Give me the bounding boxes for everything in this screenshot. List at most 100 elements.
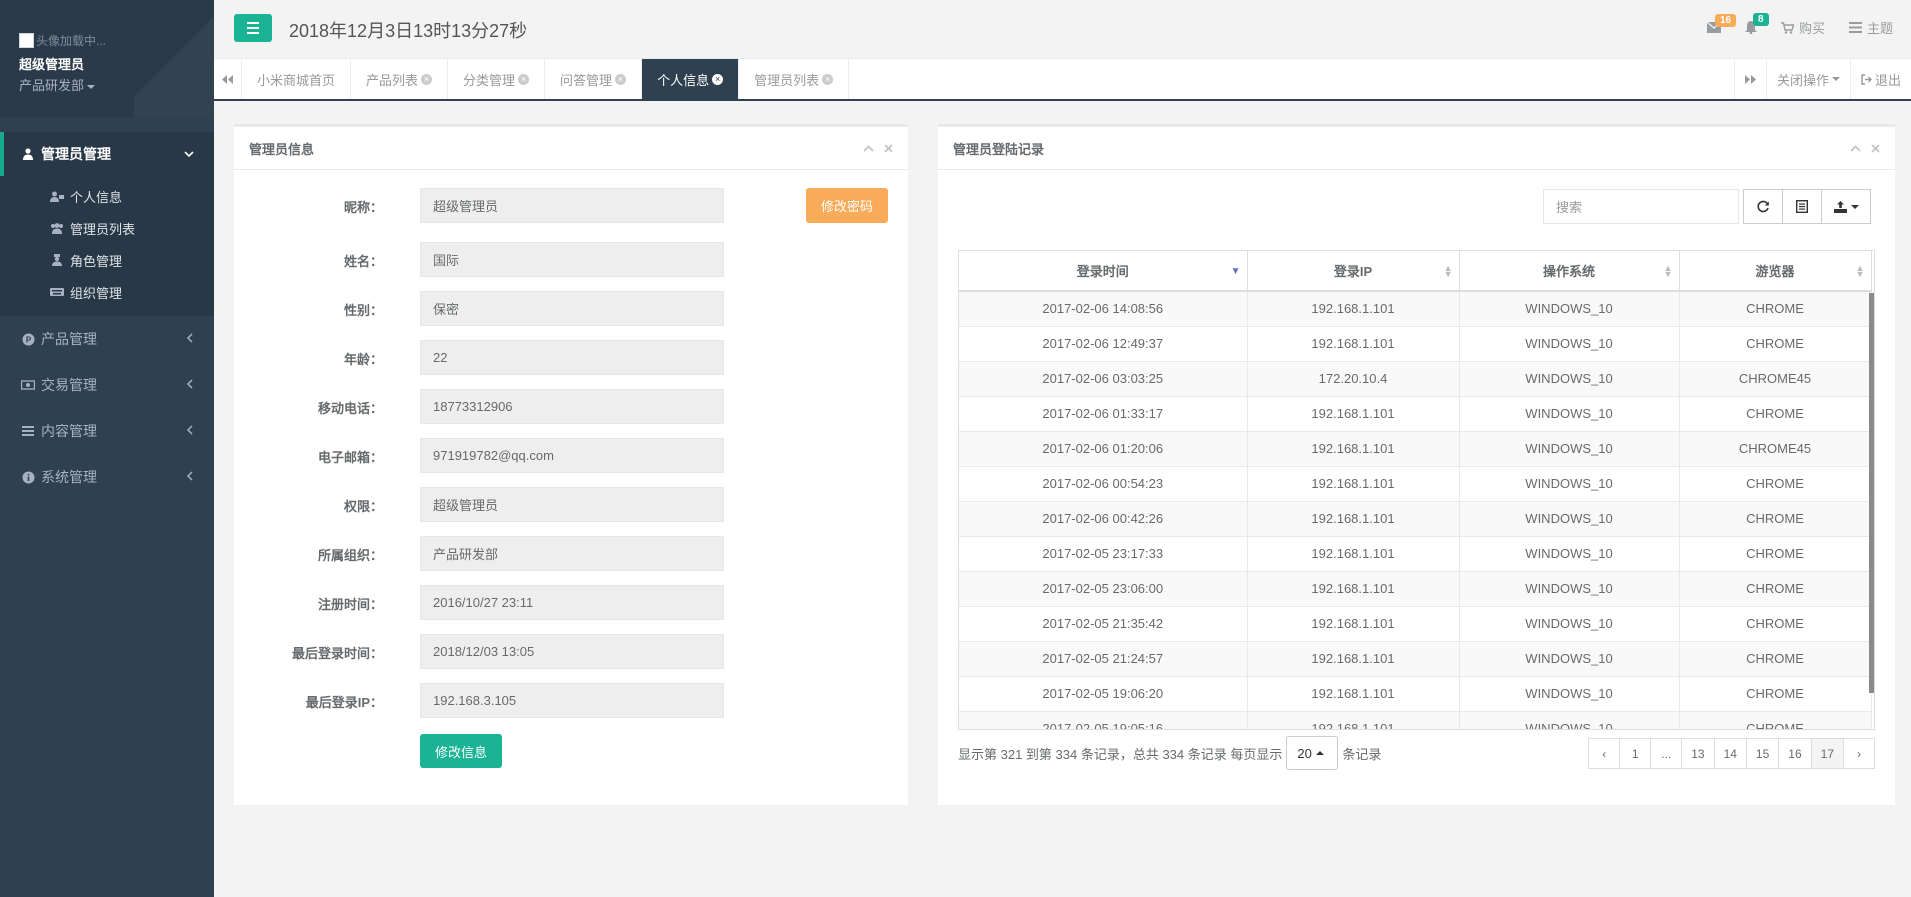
menu-toggle-button[interactable]	[234, 14, 272, 42]
close-icon[interactable]: ×	[421, 73, 433, 85]
sidebar-nav: 管理员管理 个人信息 管理员列表 角色管理 组织管理 P 产品管理 交易管理 内…	[0, 132, 214, 500]
collapse-icon[interactable]	[863, 141, 874, 156]
profile-department-dropdown[interactable]: 产品研发部	[19, 75, 214, 94]
tab-admin-list[interactable]: 管理员列表 ×	[739, 59, 850, 99]
column-header-login-ip[interactable]: 登录IP ▲ ▼	[1247, 251, 1460, 292]
page-next-button[interactable]: ›	[1843, 738, 1875, 769]
sidebar-item-system[interactable]: 系统管理	[0, 454, 214, 500]
table-row[interactable]: 2017-02-06 03:03:25 172.20.10.4 WINDOWS_10…	[959, 361, 1872, 397]
table-row[interactable]: 2017-02-06 00:42:26 192.168.1.101 WINDOWS_…	[959, 501, 1872, 537]
close-icon[interactable]: ×	[712, 73, 724, 85]
search-input[interactable]: 搜索	[1543, 189, 1739, 224]
field-label: 最后登录IP：	[305, 695, 383, 710]
caret-down-icon	[87, 84, 96, 89]
sidebar-item-admin[interactable]: 管理员管理	[0, 132, 214, 176]
close-operations-dropdown[interactable]: 关闭操作	[1765, 59, 1850, 99]
table-row[interactable]: 2017-02-05 19:05:16 192.168.1.101 WINDOWS_…	[959, 711, 1872, 729]
cell-browser: CHROME	[1679, 711, 1872, 729]
name-field[interactable]: 国际	[420, 242, 724, 277]
cell-browser: CHROME	[1679, 396, 1872, 432]
sidebar-subitem-roles[interactable]: 角色管理	[0, 244, 214, 276]
permission-field[interactable]: 超级管理员	[420, 487, 724, 522]
column-header-login-time[interactable]: 登录时间 ▼	[959, 251, 1248, 292]
table-row[interactable]: 2017-02-06 01:20:06 192.168.1.101 WINDOWS_…	[959, 431, 1872, 467]
messages-badge: 16	[1714, 14, 1737, 27]
close-icon[interactable]	[1871, 141, 1880, 156]
table-row[interactable]: 2017-02-05 23:17:33 192.168.1.101 WINDOWS_…	[959, 536, 1872, 572]
organization-field[interactable]: 产品研发部	[420, 536, 724, 571]
avatar[interactable]: 头像加载中...	[19, 30, 214, 50]
last-login-ip-field[interactable]: 192.168.3.105	[420, 683, 724, 718]
tab-qa[interactable]: 问答管理 ×	[545, 59, 643, 99]
age-field[interactable]: 22	[420, 340, 724, 375]
collapse-icon[interactable]	[1850, 141, 1861, 156]
pagination-info: 显示第 321 到第 334 条记录，总共 334 条记录 每页显示 20 条记…	[958, 736, 1381, 770]
page-button-active[interactable]: 17	[1810, 738, 1844, 769]
table-row[interactable]: 2017-02-05 23:06:00 192.168.1.101 WINDOWS_…	[959, 571, 1872, 607]
page-prev-button[interactable]: ‹	[1588, 738, 1621, 769]
sidebar-item-trades[interactable]: 交易管理	[0, 362, 214, 408]
cell-browser: CHROME	[1679, 326, 1872, 362]
tab-home[interactable]: 小米商城首页	[242, 59, 352, 99]
table-row[interactable]: 2017-02-05 19:06:20 192.168.1.101 WINDOWS_…	[959, 676, 1872, 712]
tab-label: 产品列表	[366, 72, 419, 88]
page-button[interactable]: 14	[1713, 738, 1747, 769]
export-dropdown-button[interactable]	[1821, 189, 1871, 224]
sidebar-item-content[interactable]: 内容管理	[0, 408, 214, 454]
close-icon[interactable]: ×	[822, 73, 834, 85]
nickname-field[interactable]: 超级管理员	[420, 188, 724, 223]
page-button[interactable]: 13	[1681, 738, 1715, 769]
form-row-name: 姓名： 国际	[234, 242, 908, 278]
gender-field[interactable]: 保密	[420, 291, 724, 326]
refresh-button[interactable]	[1743, 189, 1783, 224]
tabs-scroll-left-button[interactable]	[214, 59, 242, 99]
close-icon[interactable]: ×	[615, 73, 627, 85]
sidebar-subitem-admin-list[interactable]: 管理员列表	[0, 212, 214, 244]
sidebar-subitem-org[interactable]: 组织管理	[0, 276, 214, 308]
table-row[interactable]: 2017-02-05 21:24:57 192.168.1.101 WINDOWS_…	[959, 641, 1872, 677]
column-header-os[interactable]: 操作系统 ▲ ▼	[1459, 251, 1680, 292]
tab-product-list[interactable]: 产品列表 ×	[351, 59, 449, 99]
messages-button[interactable]: 16	[1706, 14, 1737, 33]
sidebar-item-products[interactable]: P 产品管理	[0, 316, 214, 362]
buy-button[interactable]: 购买	[1780, 18, 1825, 37]
close-icon[interactable]	[884, 141, 893, 156]
tabs-scroll-right-button[interactable]	[1733, 59, 1766, 99]
cell-login-ip: 192.168.1.101	[1247, 396, 1460, 432]
form-row-last-login-time: 最后登录时间： 2018/12/03 13:05	[234, 634, 908, 670]
table-row[interactable]: 2017-02-06 12:49:37 192.168.1.101 WINDOWS_…	[959, 326, 1872, 362]
theme-button[interactable]: 主题	[1848, 18, 1893, 37]
page-size-select[interactable]: 20	[1286, 736, 1339, 770]
logout-button[interactable]: 退出	[1849, 59, 1911, 99]
theme-label: 主题	[1866, 21, 1893, 36]
cell-browser: CHROME	[1679, 641, 1872, 677]
last-login-time-field[interactable]: 2018/12/03 13:05	[420, 634, 724, 669]
update-info-button[interactable]: 修改信息	[420, 734, 502, 768]
users-icon	[50, 222, 64, 235]
table-scrollbar[interactable]	[1869, 293, 1874, 693]
table-row[interactable]: 2017-02-06 14:08:56 192.168.1.101 WINDOWS_…	[959, 291, 1872, 327]
table-row[interactable]: 2017-02-06 00:54:23 192.168.1.101 WINDOWS_…	[959, 466, 1872, 502]
tab-category[interactable]: 分类管理 ×	[448, 59, 546, 99]
close-icon[interactable]: ×	[518, 73, 530, 85]
sidebar-subitem-label: 个人信息	[70, 189, 123, 205]
panel-title: 管理员信息	[249, 141, 315, 157]
toggle-view-button[interactable]	[1782, 189, 1822, 224]
chevron-left-icon	[186, 470, 194, 484]
email-field[interactable]: 971919782@qq.com	[420, 438, 724, 473]
keyboard-icon	[50, 286, 64, 299]
sort-both-icon: ▲ ▼	[1663, 263, 1673, 279]
register-time-field[interactable]: 2016/10/27 23:11	[420, 585, 724, 620]
page-button[interactable]: 15	[1745, 738, 1780, 769]
page-button[interactable]: 16	[1778, 738, 1812, 769]
tab-profile[interactable]: 个人信息 ×	[642, 59, 740, 99]
column-header-browser[interactable]: 游览器 ▲ ▼	[1679, 251, 1872, 292]
sidebar-subitem-profile[interactable]: 个人信息	[0, 180, 214, 212]
table-row[interactable]: 2017-02-06 01:33:17 192.168.1.101 WINDOWS_…	[959, 396, 1872, 432]
notifications-button[interactable]: 8	[1744, 13, 1769, 34]
page-button[interactable]: 1	[1619, 738, 1652, 769]
caret-down-icon	[1831, 77, 1840, 81]
phone-field[interactable]: 18773312906	[420, 389, 724, 424]
change-password-button[interactable]: 修改密码	[806, 188, 888, 223]
table-row[interactable]: 2017-02-05 21:35:42 192.168.1.101 WINDOWS_…	[959, 606, 1872, 642]
